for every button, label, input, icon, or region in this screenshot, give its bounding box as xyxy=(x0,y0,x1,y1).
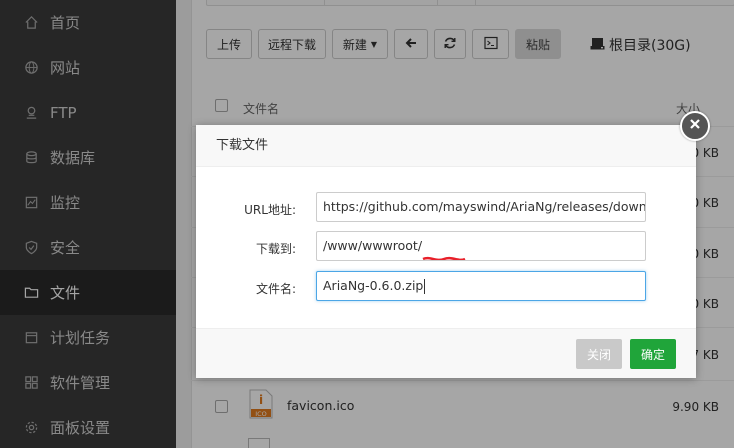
confirm-button[interactable]: 确定 xyxy=(630,339,676,369)
close-icon xyxy=(688,117,702,135)
dialog-title: 下载文件 xyxy=(196,125,696,167)
destination-label: 下载到: xyxy=(255,242,296,256)
filename-input[interactable]: AriaNg-0.6.0.zip xyxy=(316,271,646,301)
filename-label: 文件名: xyxy=(255,282,296,296)
download-dialog: 下载文件 URL地址: https://github.com/mayswind/… xyxy=(196,125,696,378)
dialog-footer: 关闭 确定 xyxy=(196,328,696,378)
url-label: URL地址: xyxy=(244,203,296,217)
url-input[interactable]: https://github.com/mayswind/AriaNg/relea… xyxy=(316,192,646,222)
destination-input[interactable]: /www/wwwroot/ xyxy=(316,231,646,261)
close-button[interactable]: 关闭 xyxy=(576,339,622,369)
dialog-close-button[interactable] xyxy=(680,111,710,141)
redaction-mark xyxy=(422,244,466,260)
text-caret xyxy=(424,279,426,294)
filename-value: AriaNg-0.6.0.zip xyxy=(323,278,424,293)
destination-value: /www/wwwroot/ xyxy=(323,238,423,253)
